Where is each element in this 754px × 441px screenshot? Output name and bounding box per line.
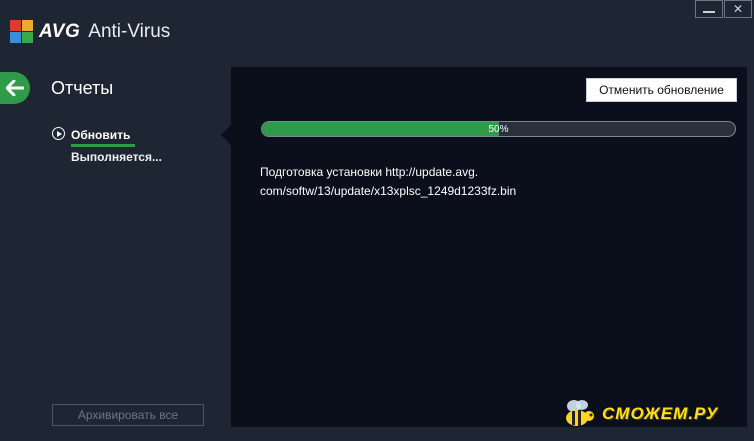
site-watermark: СМОЖЕМ.РУ	[560, 398, 718, 430]
avg-logo-icon	[10, 20, 34, 44]
sidebar-item-status: Выполняется...	[71, 150, 162, 164]
status-line: Подготовка установки http://update.avg.	[260, 165, 479, 179]
play-circle-icon	[52, 127, 65, 140]
update-status-text: Подготовка установки http://update.avg. …	[260, 163, 560, 201]
app-product-name: Anti-Virus	[88, 21, 171, 42]
progress-percent: 50%	[488, 123, 509, 135]
minimize-button[interactable]	[695, 0, 723, 18]
active-indicator	[71, 144, 135, 147]
app-logo: AVG Anti-Virus	[10, 20, 170, 44]
close-icon: ✕	[732, 2, 744, 16]
status-line: com/softw/13/update/x13xplsc_1249d1233fz…	[260, 184, 517, 198]
bee-icon	[566, 400, 594, 426]
title-bar: AVG Anti-Virus ✕	[0, 0, 754, 66]
minimize-icon	[703, 11, 715, 13]
update-progress-bar: 50%	[261, 121, 736, 137]
cancel-update-button[interactable]: Отменить обновление	[586, 78, 737, 102]
close-button[interactable]: ✕	[724, 0, 752, 18]
arrow-left-icon	[6, 80, 24, 96]
back-button[interactable]	[0, 72, 30, 104]
panel-pointer	[221, 125, 231, 145]
archive-all-button[interactable]: Архивировать все	[52, 404, 204, 426]
watermark-text: СМОЖЕМ.РУ	[602, 404, 719, 423]
page-title: Отчеты	[51, 78, 114, 98]
sidebar-item-label: Обновить	[71, 128, 131, 142]
app-brand: AVG	[39, 21, 81, 42]
